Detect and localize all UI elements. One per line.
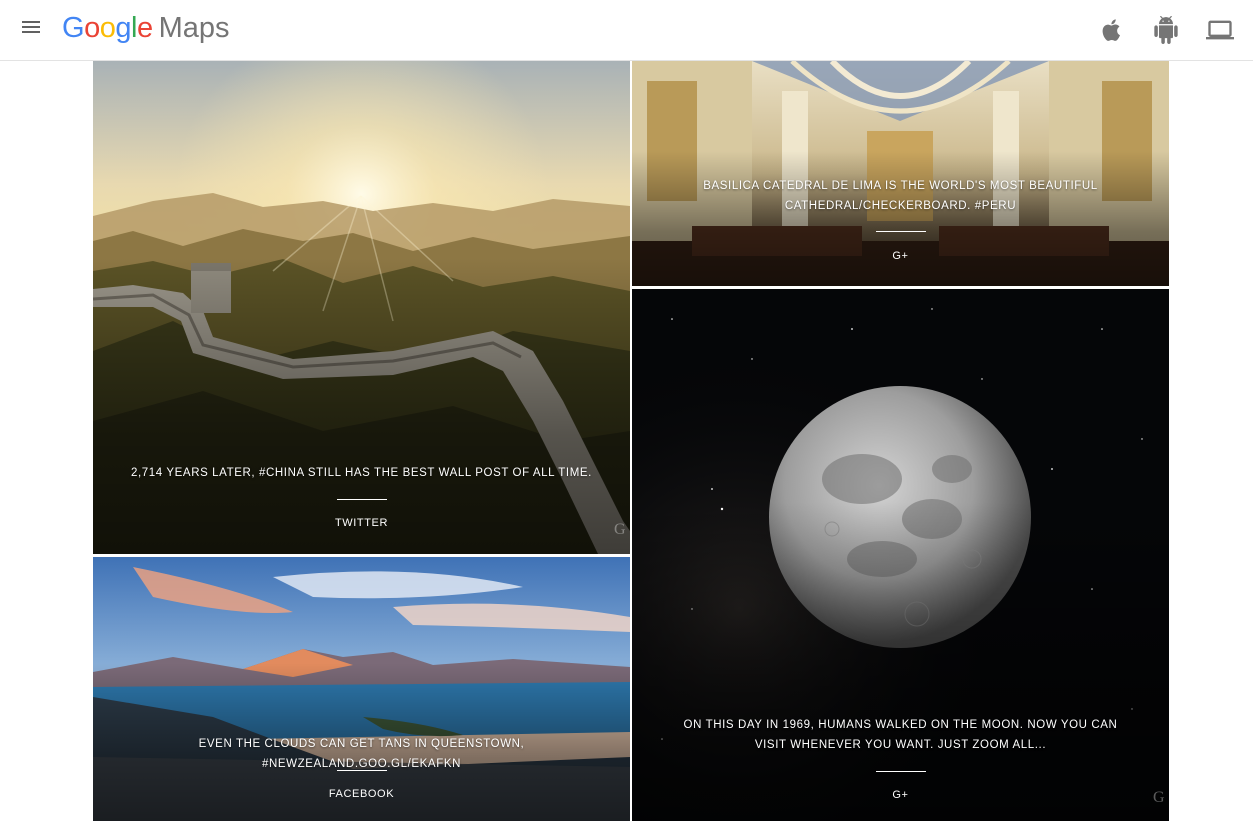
- logo-letter-o1: o: [84, 12, 100, 44]
- source-link-facebook[interactable]: FACEBOOK: [93, 788, 630, 800]
- tile-caption: 2,714 years later, #China still has the …: [131, 467, 592, 479]
- tile-great-wall[interactable]: 2,714 years later, #China still has the …: [93, 61, 630, 554]
- tile-caption: Basilica Catedral de Lima is the world's…: [703, 180, 1098, 212]
- top-bar: Google Maps: [0, 0, 1253, 61]
- caption-divider: [336, 499, 387, 500]
- caption-divider: [875, 771, 926, 772]
- laptop-icon[interactable]: [1206, 16, 1234, 44]
- tile-moon[interactable]: On this day in 1969, humans walked on th…: [632, 289, 1169, 821]
- google-watermark: G: [1153, 789, 1165, 806]
- caption-divider: [336, 770, 387, 771]
- tile-lima-cathedral[interactable]: Basilica Catedral de Lima is the world's…: [632, 61, 1169, 286]
- tile-caption: On this day in 1969, humans walked on th…: [683, 719, 1118, 751]
- caption-shade: [632, 501, 1169, 821]
- source-link-gplus[interactable]: G+: [632, 789, 1169, 801]
- logo-letter-g: G: [62, 12, 85, 44]
- caption-shade: [632, 151, 1169, 286]
- android-icon[interactable]: [1152, 16, 1180, 44]
- logo-maps-text: Maps: [158, 12, 230, 44]
- tile-caption: Even the clouds can get tans in Queensto…: [198, 738, 525, 770]
- source-link-gplus[interactable]: G+: [632, 250, 1169, 262]
- menu-icon[interactable]: [20, 18, 42, 40]
- apple-icon[interactable]: [1098, 16, 1126, 44]
- google-watermark: G: [614, 521, 626, 538]
- source-link-twitter[interactable]: TWITTER: [93, 517, 630, 529]
- caption-divider: [875, 231, 926, 232]
- logo-letter-e: e: [136, 12, 153, 44]
- logo-letter-o2: o: [99, 12, 116, 44]
- caption-shade: [93, 258, 630, 554]
- tile-queenstown[interactable]: Even the clouds can get tans in Queensto…: [93, 557, 630, 821]
- logo-letter-g2: g: [115, 12, 131, 44]
- google-maps-logo[interactable]: Google Maps: [62, 12, 230, 48]
